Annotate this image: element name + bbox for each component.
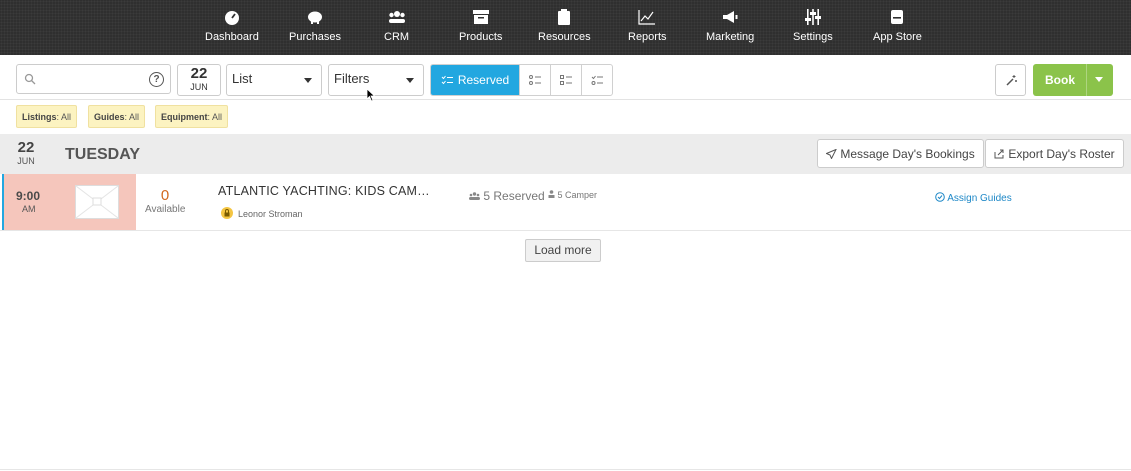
view-select[interactable]: List — [226, 64, 322, 96]
search-icon — [24, 73, 36, 85]
filter-chip-equipment[interactable]: Equipment: All — [155, 105, 229, 128]
user-icon — [548, 190, 555, 198]
check-circle-icon — [935, 192, 945, 202]
booking-time: 9:00 — [16, 189, 41, 203]
nav-resources[interactable]: Resources — [538, 9, 591, 49]
share-icon — [994, 149, 1004, 159]
filters-select[interactable]: Filters — [328, 64, 424, 96]
nav-dashboard[interactable]: Dashboard — [205, 9, 259, 49]
sliders-icon — [804, 9, 821, 25]
magic-wand-icon — [1005, 75, 1017, 86]
reserved-label: Reserved — [457, 73, 510, 87]
megaphone-icon — [723, 11, 738, 23]
gauge-icon — [224, 11, 239, 25]
users-icon — [388, 11, 405, 23]
nav-settings[interactable]: Settings — [793, 9, 833, 49]
clipboard-icon — [558, 9, 571, 25]
users-icon — [469, 192, 480, 200]
checklist-icon — [441, 75, 453, 85]
chevron-down-icon[interactable] — [1095, 77, 1103, 82]
nav-app-store[interactable]: App Store — [873, 9, 922, 49]
checklist-icon — [591, 75, 603, 85]
search-input[interactable]: ? — [16, 64, 171, 94]
filter-chip-listings[interactable]: Listings: All — [16, 105, 78, 128]
day-month: JUN — [17, 156, 35, 166]
load-more-button[interactable]: Load more — [525, 239, 601, 262]
assign-guides-link[interactable]: Assign Guides — [935, 192, 1012, 204]
chip-key: Equipment — [161, 112, 208, 122]
day-date: 22 JUN — [16, 139, 36, 167]
weekday-title: TUESDAY — [65, 146, 140, 163]
message-bookings-button[interactable]: Message Day's Bookings — [817, 139, 984, 168]
list-view-button-1[interactable] — [519, 65, 550, 95]
booking-row[interactable]: 9:00 AM 0 Available ATLANTIC YACHTING: K… — [0, 174, 1131, 231]
nav-label: Purchases — [289, 31, 341, 43]
nav-products[interactable]: Products — [459, 9, 502, 49]
booking-title[interactable]: ATLANTIC YACHTING: KIDS CAM… — [218, 184, 430, 198]
archive-box-icon — [472, 10, 489, 24]
reserved-view-button[interactable]: Reserved — [431, 65, 519, 95]
piggy-bank-icon — [307, 11, 322, 24]
nav-label: App Store — [873, 31, 922, 43]
nav-reports[interactable]: Reports — [628, 9, 667, 49]
nav-purchases[interactable]: Purchases — [289, 9, 341, 49]
lock-icon — [221, 207, 233, 219]
book-divider — [1086, 64, 1087, 96]
day-number: 22 — [17, 139, 35, 156]
view-toggle-group: Reserved — [430, 64, 613, 96]
chip-key: Listings — [22, 112, 57, 122]
book-label: Book — [1045, 73, 1075, 87]
date-picker[interactable]: 22 JUN — [177, 64, 221, 96]
reserved-text: 5 Reserved — [483, 189, 545, 203]
filters-select-value: Filters — [334, 71, 370, 86]
nav-label: Products — [459, 31, 503, 43]
list-boxes-icon — [560, 75, 572, 85]
date-month: JUN — [190, 82, 208, 92]
book-button[interactable]: Book — [1033, 64, 1113, 96]
paper-plane-icon — [825, 148, 838, 160]
export-roster-button[interactable]: Export Day's Roster — [985, 139, 1124, 168]
available-label: Available — [145, 204, 186, 215]
chip-key: Guides — [94, 112, 125, 122]
line-chart-icon — [638, 10, 656, 25]
available-count: 0 — [160, 187, 170, 204]
guide-name: Leonor Stroman — [238, 209, 303, 219]
nav-label: Settings — [793, 31, 833, 43]
nav-label: Dashboard — [205, 31, 259, 43]
message-bookings-label: Message Day's Bookings — [840, 147, 975, 161]
chevron-down-icon — [406, 78, 414, 83]
magic-wand-button[interactable] — [995, 64, 1026, 96]
chip-value: : All — [207, 112, 223, 122]
camper-count: 5 Camper — [548, 190, 597, 200]
image-placeholder-icon — [75, 185, 119, 219]
camper-text: 5 Camper — [557, 190, 598, 200]
mouse-cursor-icon — [366, 88, 376, 102]
nav-label: CRM — [384, 31, 410, 43]
chip-value: : All — [56, 112, 72, 122]
nav-marketing[interactable]: Marketing — [706, 9, 754, 49]
store-icon — [891, 10, 904, 24]
help-icon[interactable]: ? — [149, 72, 164, 87]
chip-value: : All — [124, 112, 140, 122]
list-circles-icon — [529, 75, 541, 85]
chevron-down-icon — [304, 78, 312, 83]
list-view-button-3[interactable] — [581, 65, 612, 95]
filter-chip-guides[interactable]: Guides: All — [88, 105, 146, 128]
reserved-count: 5 Reserved — [469, 189, 545, 203]
nav-label: Marketing — [706, 31, 755, 43]
assign-guides-label: Assign Guides — [947, 193, 1012, 204]
view-select-value: List — [232, 71, 253, 86]
day-header: 22 JUN TUESDAY Message Day's Bookings Ex… — [0, 134, 1131, 174]
export-roster-label: Export Day's Roster — [1008, 147, 1115, 161]
divider — [0, 469, 1131, 470]
nav-label: Resources — [538, 31, 591, 43]
booking-ampm: AM — [22, 204, 36, 214]
top-navigation: Dashboard Purchases CRM Products Resourc… — [0, 0, 1131, 55]
listing-thumbnail — [75, 185, 119, 219]
list-view-button-2[interactable] — [550, 65, 581, 95]
nav-label: Reports — [628, 31, 667, 43]
date-day: 22 — [190, 65, 208, 82]
nav-crm[interactable]: CRM — [384, 9, 409, 49]
toolbar: ? 22 JUN List Filters Reserved Book — [0, 55, 1131, 100]
